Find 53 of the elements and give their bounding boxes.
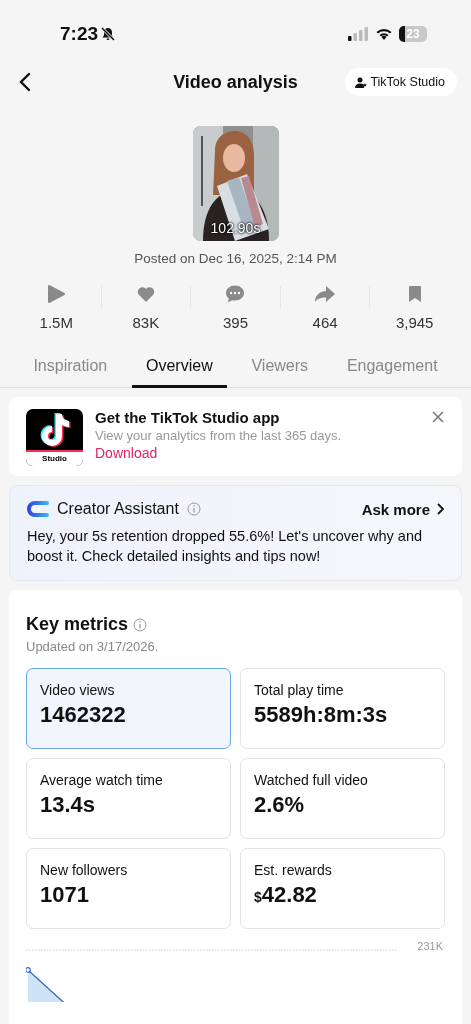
axis-label: 231K [417,940,443,952]
play-icon [47,284,66,304]
logo-label: Studio [26,450,83,466]
metric-tile[interactable]: Average watch time 13.4s [26,758,231,839]
assistant-message: Hey, your 5s retention dropped 55.6%! Let's uncover why and boost it. Check detailed insights and tips now! [27,527,424,566]
tab[interactable]: Overview [132,349,227,388]
metric-value: 2.6% [254,792,305,818]
section-title: Key metrics [26,614,129,635]
stat-count: 83K [132,314,160,331]
metric-label: Total play time [254,682,345,698]
metric-value: 42.82 [261,882,317,908]
metric-label: Video views [40,682,116,698]
metric-tile[interactable]: Watched full video 2.6% [240,758,445,839]
metric-value: 5589h:8m:3s [254,702,388,728]
stat-count: 464 [312,314,338,331]
wifi-icon [375,27,393,41]
metric-label: Est. rewards [254,862,333,878]
assistant-title: Creator Assistant [57,500,179,518]
posted-date: Posted on Dec 16, 2025, 2:14 PM [134,251,337,266]
ask-more-button[interactable]: Ask more [361,500,444,518]
status-time: 7:23 [60,23,99,45]
updated-date: Updated on 3/17/2026. [26,639,160,654]
metric-label: Average watch time [40,772,164,788]
metric-tile[interactable]: Total play time 5589h:8m:3s [240,668,445,749]
metric-value: 1071 [40,882,89,908]
close-button[interactable] [430,409,446,425]
metric-label: Watched full video [254,772,369,788]
metric-tile[interactable]: Est. rewards $42.82 [240,848,445,929]
metric-tile[interactable]: Video views 1462322 [26,668,231,749]
bookmark-icon [407,284,422,304]
tiktok-studio-button[interactable]: TikTok Studio [345,68,457,96]
bell-off-icon [100,26,117,42]
download-link[interactable]: Download [95,445,158,461]
chevron-right-icon [436,503,444,515]
stat-count: 3,945 [395,314,434,331]
stat-count: 1.5M [39,314,73,331]
promo-title: Get the TikTok Studio app [95,409,281,426]
stat-count: 395 [222,314,248,331]
metric-tile[interactable]: New followers 1071 [26,848,231,929]
signal-icon [347,27,369,41]
promo-subtitle: View your analytics from the last 365 days. [95,428,343,443]
person-star-icon [355,76,368,88]
metric-value: 1462322 [40,702,126,728]
info-icon [133,617,148,632]
comment-icon [225,284,246,304]
assistant-face-icon [27,501,49,517]
page-title: Video analysis [173,71,298,93]
currency-sign: $ [254,889,262,905]
metric-value: 13.4s [40,792,96,818]
info-icon [186,502,201,516]
heart-icon [136,284,155,304]
metric-label: New followers [40,862,129,878]
share-arrow-icon [314,284,337,304]
